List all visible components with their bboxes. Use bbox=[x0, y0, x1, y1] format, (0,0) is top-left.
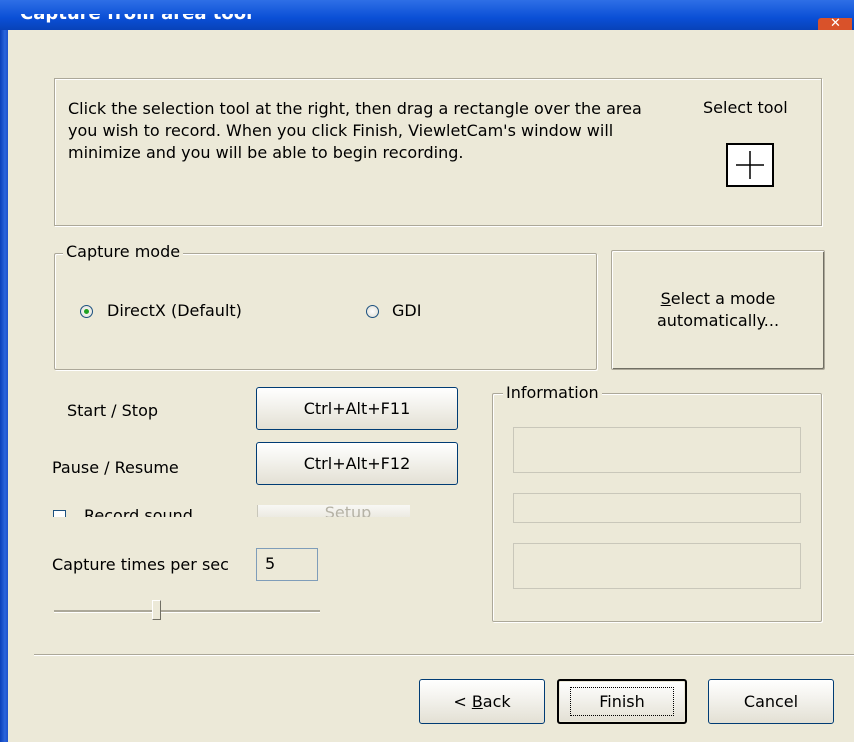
instructions-text: Click the selection tool at the right, t… bbox=[68, 99, 642, 162]
select-tool-label: Select tool bbox=[703, 98, 788, 117]
information-field-1 bbox=[513, 427, 801, 473]
window-title-text: Capture from area tool bbox=[20, 14, 252, 24]
close-icon: ✕ bbox=[830, 18, 841, 30]
start-stop-hotkey-button[interactable]: Ctrl+Alt+F11 bbox=[256, 387, 458, 430]
finish-label: Finish bbox=[570, 687, 674, 716]
footer-separator bbox=[34, 654, 854, 656]
record-sound-row: Record sound Setup bbox=[50, 505, 410, 517]
select-tool-button[interactable] bbox=[726, 143, 774, 187]
back-prefix: < bbox=[453, 692, 472, 711]
capture-rate-value: 5 bbox=[265, 554, 276, 573]
start-stop-label: Start / Stop bbox=[67, 401, 159, 420]
crosshair-icon bbox=[736, 151, 764, 179]
record-sound-checkbox[interactable] bbox=[53, 510, 66, 517]
pause-resume-hotkey-button[interactable]: Ctrl+Alt+F12 bbox=[256, 442, 458, 485]
capture-rate-slider[interactable] bbox=[54, 600, 320, 624]
select-mode-auto-button[interactable]: Select a mode automatically... bbox=[611, 250, 825, 370]
finish-button[interactable]: Finish bbox=[557, 679, 687, 724]
directx-radio[interactable] bbox=[80, 305, 93, 318]
information-field-3 bbox=[513, 543, 801, 589]
back-button[interactable]: < Back bbox=[419, 679, 545, 724]
capture-rate-label: Capture times per sec bbox=[52, 555, 229, 574]
radio-selected-dot bbox=[84, 309, 89, 314]
record-sound-label[interactable]: Record sound bbox=[84, 506, 193, 517]
select-mode-rest: elect a mode bbox=[670, 289, 776, 308]
directx-radio-label[interactable]: DirectX (Default) bbox=[107, 301, 242, 320]
slider-thumb[interactable] bbox=[152, 600, 161, 620]
information-legend: Information bbox=[503, 383, 602, 402]
window-left-frame bbox=[0, 30, 8, 742]
slider-track bbox=[54, 610, 320, 613]
window-title: Capture from area tool bbox=[20, 14, 380, 30]
gdi-radio[interactable] bbox=[366, 305, 379, 318]
capture-mode-legend: Capture mode bbox=[63, 242, 184, 261]
capture-rate-input[interactable]: 5 bbox=[256, 548, 318, 581]
pause-resume-label: Pause / Resume bbox=[52, 458, 179, 477]
select-mode-accel: S bbox=[660, 289, 671, 308]
cancel-button[interactable]: Cancel bbox=[708, 679, 834, 724]
back-rest: ack bbox=[482, 692, 511, 711]
gdi-radio-label[interactable]: GDI bbox=[392, 301, 421, 320]
setup-button[interactable]: Setup bbox=[257, 505, 410, 517]
select-mode-line1: Select a mode bbox=[661, 288, 776, 310]
information-field-2 bbox=[513, 493, 801, 523]
back-accel: B bbox=[471, 692, 483, 711]
select-mode-line2: automatically... bbox=[656, 311, 780, 330]
close-button[interactable]: ✕ bbox=[818, 18, 852, 30]
